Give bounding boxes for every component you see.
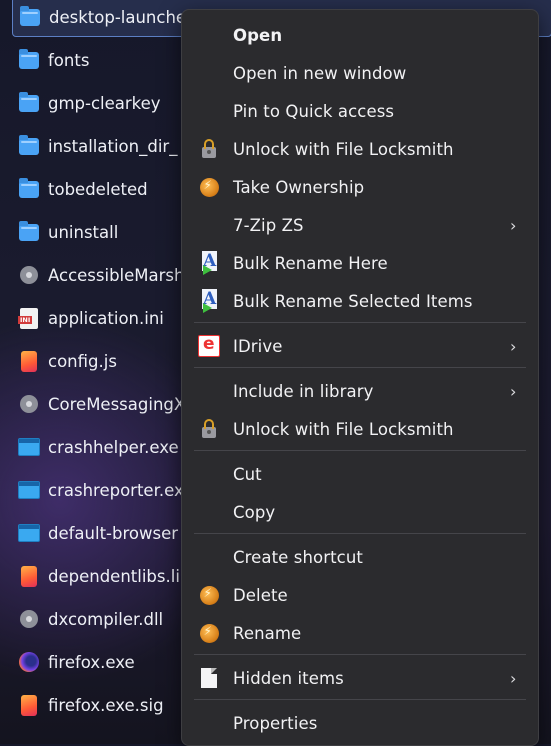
- rename-shield-icon: [198, 622, 220, 644]
- menu-item-idrive[interactable]: IDrive ›: [182, 327, 538, 365]
- menu-item-bulk-rename-selected-items[interactable]: Bulk Rename Selected Items: [182, 282, 538, 320]
- menu-item-take-ownership[interactable]: Take Ownership: [182, 168, 538, 206]
- file-name: default-browser: [48, 523, 179, 543]
- file-name: crashreporter.ex: [48, 480, 184, 500]
- menu-item-label: Delete: [233, 585, 288, 605]
- file-name: fonts: [48, 50, 90, 70]
- menu-item-create-shortcut[interactable]: Create shortcut: [182, 538, 538, 576]
- gear-icon: [18, 393, 40, 415]
- menu-item-label: Bulk Rename Here: [233, 253, 388, 273]
- bulk-rename-icon: [198, 251, 220, 275]
- folder-icon: [18, 220, 40, 243]
- menu-item-label: Copy: [233, 502, 276, 522]
- menu-item-pin-to-quick-access[interactable]: Pin to Quick access: [182, 92, 538, 130]
- js-file-icon: [18, 350, 40, 372]
- menu-item-label: Properties: [233, 713, 318, 733]
- menu-item-label: 7-Zip ZS: [233, 215, 304, 235]
- menu-item-label: Unlock with File Locksmith: [233, 419, 454, 439]
- file-name: firefox.exe: [48, 652, 135, 672]
- menu-item-delete[interactable]: Delete: [182, 576, 538, 614]
- menu-separator: [194, 322, 526, 323]
- file-name: crashhelper.exe: [48, 437, 179, 457]
- menu-item-7-zip-zs[interactable]: 7-Zip ZS ›: [182, 206, 538, 244]
- menu-item-label: Open: [233, 25, 283, 45]
- menu-separator: [194, 367, 526, 368]
- exe-icon: [18, 436, 40, 458]
- menu-item-open-in-new-window[interactable]: Open in new window: [182, 54, 538, 92]
- js-file-icon: [18, 565, 40, 587]
- menu-item-rename[interactable]: Rename: [182, 614, 538, 652]
- menu-separator: [194, 654, 526, 655]
- file-name: CoreMessagingX: [48, 394, 186, 414]
- menu-item-properties[interactable]: Properties: [182, 704, 538, 742]
- document-icon: [198, 667, 220, 689]
- menu-item-label: Cut: [233, 464, 262, 484]
- chevron-right-icon: ›: [510, 215, 517, 235]
- menu-item-copy[interactable]: Copy: [182, 493, 538, 531]
- file-name: firefox.exe.sig: [48, 695, 164, 715]
- folder-icon: [19, 5, 41, 28]
- firefox-icon: [18, 651, 40, 673]
- menu-item-cut[interactable]: Cut: [182, 455, 538, 493]
- chevron-right-icon: ›: [510, 668, 517, 688]
- file-name: application.ini: [48, 308, 164, 328]
- folder-icon: [18, 48, 40, 71]
- file-name: desktop-launche: [49, 7, 187, 27]
- ownership-icon: [198, 176, 220, 198]
- ini-file-icon: [18, 307, 40, 329]
- menu-item-label: Pin to Quick access: [233, 101, 395, 121]
- delete-shield-icon: [198, 584, 220, 606]
- bulk-rename-icon: [198, 289, 220, 313]
- context-menu: Open Open in new window Pin to Quick acces…: [181, 9, 539, 746]
- file-name: dxcompiler.dll: [48, 609, 164, 629]
- file-name: dependentlibs.li: [48, 566, 180, 586]
- gear-icon: [18, 608, 40, 630]
- menu-item-label: Create shortcut: [233, 547, 363, 567]
- idrive-icon: [198, 334, 220, 357]
- file-name: AccessibleMarsh: [48, 265, 185, 285]
- menu-item-label: Bulk Rename Selected Items: [233, 291, 473, 311]
- menu-item-label: Rename: [233, 623, 302, 643]
- chevron-right-icon: ›: [510, 336, 517, 356]
- lock-icon: [198, 418, 220, 440]
- menu-separator: [194, 450, 526, 451]
- gear-icon: [18, 264, 40, 286]
- menu-item-include-in-library[interactable]: Include in library ›: [182, 372, 538, 410]
- file-name: tobedeleted: [48, 179, 148, 199]
- menu-item-label: Take Ownership: [233, 177, 365, 197]
- exe-icon: [18, 479, 40, 501]
- menu-separator: [194, 699, 526, 700]
- folder-icon: [18, 177, 40, 200]
- menu-item-open[interactable]: Open: [182, 16, 538, 54]
- menu-item-unlock-with-file-locksmith[interactable]: Unlock with File Locksmith: [182, 130, 538, 168]
- file-name: config.js: [48, 351, 117, 371]
- menu-item-hidden-items[interactable]: Hidden items ›: [182, 659, 538, 697]
- chevron-right-icon: ›: [510, 381, 517, 401]
- folder-icon: [18, 134, 40, 157]
- menu-item-label: Include in library: [233, 381, 374, 401]
- file-name: gmp-clearkey: [48, 93, 161, 113]
- menu-item-label: IDrive: [233, 336, 283, 356]
- menu-item-label: Open in new window: [233, 63, 407, 83]
- exe-icon: [18, 522, 40, 544]
- file-name: installation_dir_: [48, 136, 178, 156]
- menu-item-label: Unlock with File Locksmith: [233, 139, 454, 159]
- menu-item-bulk-rename-here[interactable]: Bulk Rename Here: [182, 244, 538, 282]
- lock-icon: [198, 138, 220, 160]
- folder-icon: [18, 91, 40, 114]
- js-file-icon: [18, 694, 40, 716]
- menu-item-label: Hidden items: [233, 668, 344, 688]
- menu-item-unlock-with-file-locksmith[interactable]: Unlock with File Locksmith: [182, 410, 538, 448]
- file-name: uninstall: [48, 222, 119, 242]
- menu-separator: [194, 533, 526, 534]
